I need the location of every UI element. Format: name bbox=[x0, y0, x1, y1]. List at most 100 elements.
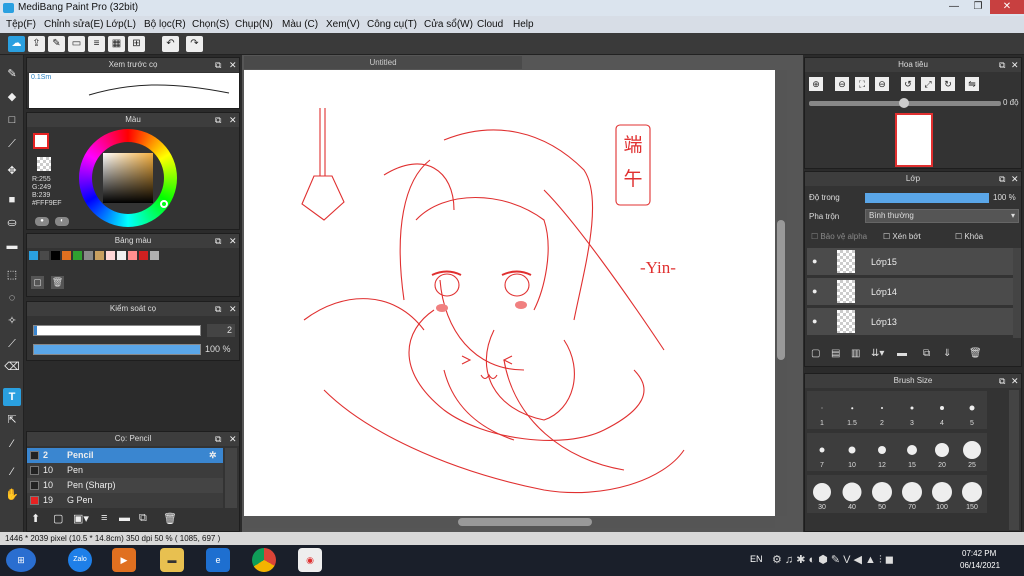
close-icon[interactable]: ✕ bbox=[229, 58, 237, 72]
lasso-tool-icon[interactable]: ◌ bbox=[3, 289, 21, 307]
color-swap-button[interactable]: ◐ bbox=[55, 217, 69, 226]
tray-icons[interactable]: ⚙ ♫ ✱ ◐ ⬢ ✎ V ◀ ▲ ⫶ ◼ bbox=[772, 553, 894, 567]
menu-tools[interactable]: Công cụ(T) bbox=[367, 16, 417, 33]
layer-item[interactable]: ● Lớp14 bbox=[807, 278, 1013, 306]
gear-icon[interactable]: ✲ bbox=[209, 448, 217, 463]
brush-size-cell[interactable]: 20 bbox=[927, 433, 957, 471]
layer-item[interactable]: ● Lớp13 bbox=[807, 308, 1013, 336]
new-palette-icon[interactable]: ▢ bbox=[31, 276, 44, 289]
close-icon[interactable]: ✕ bbox=[229, 302, 237, 316]
rotation-slider[interactable] bbox=[809, 98, 1001, 108]
palette-swatch[interactable] bbox=[40, 251, 49, 260]
horizontal-scrollbar[interactable] bbox=[244, 516, 775, 528]
fit-icon[interactable]: ⛶ bbox=[855, 77, 869, 91]
new-image-layer-icon[interactable]: ▥ bbox=[851, 348, 860, 359]
select-pen-icon[interactable]: ⟋ bbox=[3, 335, 21, 353]
alpha-lock-checkbox[interactable]: ☐ Bảo vệ alpha bbox=[811, 232, 867, 241]
zoom-out-icon[interactable]: ⊖ bbox=[835, 77, 849, 91]
brush-item-g-pen[interactable]: 19 G Pen bbox=[27, 493, 223, 508]
brush-size-cell[interactable]: 3 bbox=[897, 391, 927, 429]
close-icon[interactable]: ✕ bbox=[229, 113, 237, 127]
brush-size-cell[interactable]: 25 bbox=[957, 433, 987, 471]
hue-handle[interactable] bbox=[160, 200, 168, 208]
primary-color-swatch[interactable] bbox=[33, 133, 49, 149]
move-tool-icon[interactable]: ✥ bbox=[3, 162, 21, 180]
brush-size-scrollbar[interactable] bbox=[1009, 390, 1019, 530]
eyedropper-icon[interactable]: ⁄ bbox=[3, 435, 21, 453]
cloud-icon[interactable]: ☁ bbox=[8, 36, 25, 52]
rotation-handle[interactable] bbox=[899, 98, 909, 108]
eye-icon[interactable]: ● bbox=[812, 316, 817, 326]
new-brush-icon[interactable]: ▢ bbox=[53, 512, 63, 525]
menu-filter[interactable]: Bộ lọc(R) bbox=[144, 16, 186, 33]
vertical-scrollbar[interactable] bbox=[775, 70, 787, 516]
brush-size-cell[interactable]: 10 bbox=[837, 433, 867, 471]
maximize-button[interactable]: ❐ bbox=[966, 0, 990, 14]
menu-edit[interactable]: Chỉnh sửa(E) bbox=[44, 16, 104, 33]
brush-size-cell[interactable]: 100 bbox=[927, 475, 957, 513]
redo-icon[interactable]: ↷ bbox=[186, 36, 203, 52]
navigator-thumbnail[interactable] bbox=[895, 113, 933, 167]
brush-item-pen[interactable]: 10 Pen bbox=[27, 463, 223, 478]
minimize-button[interactable]: — bbox=[942, 0, 966, 14]
chat-icon[interactable]: ▭ bbox=[68, 36, 85, 52]
rotate-right-icon[interactable]: ↻ bbox=[941, 77, 955, 91]
undo-icon[interactable]: ↶ bbox=[162, 36, 179, 52]
tiles-icon[interactable]: ⊞ bbox=[128, 36, 145, 52]
hue-wheel[interactable] bbox=[79, 129, 177, 227]
zoom-in-icon[interactable]: ⊕ bbox=[809, 77, 823, 91]
palette-swatch[interactable] bbox=[84, 251, 93, 260]
clip-checkbox[interactable]: ☐ Xén bớt bbox=[883, 232, 921, 241]
menu-layer[interactable]: Lớp(L) bbox=[106, 16, 136, 33]
reset-rotation-icon[interactable]: ⤢ bbox=[921, 77, 935, 91]
brush-size-cell[interactable]: 30 bbox=[807, 475, 837, 513]
brush-tool-icon[interactable]: ✎ bbox=[3, 65, 21, 83]
float-icon[interactable]: ⧉ bbox=[215, 432, 221, 446]
menu-cloud[interactable]: Cloud bbox=[477, 16, 503, 33]
palette-swatch[interactable] bbox=[139, 251, 148, 260]
float-icon[interactable]: ⧉ bbox=[215, 58, 221, 72]
palette-swatch[interactable] bbox=[106, 251, 115, 260]
brush-size-cell[interactable]: 1 bbox=[807, 391, 837, 429]
folder-icon[interactable]: ▬ bbox=[119, 512, 130, 524]
brush-size-cell[interactable]: 40 bbox=[837, 475, 867, 513]
start-button[interactable]: ⊞ bbox=[6, 548, 36, 572]
brush-item-pencil[interactable]: 2 Pencil ✲ bbox=[27, 448, 223, 463]
float-icon[interactable]: ⧉ bbox=[999, 58, 1005, 72]
flip-icon[interactable]: ⇋ bbox=[965, 77, 979, 91]
layer-opacity-slider[interactable] bbox=[865, 193, 989, 203]
brush-item-pen-sharp[interactable]: 10 Pen (Sharp) bbox=[27, 478, 223, 493]
delete-palette-icon[interactable]: 🗑 bbox=[51, 276, 64, 289]
layer-item[interactable]: ● Lớp15 bbox=[807, 248, 1013, 276]
secondary-color-swatch[interactable] bbox=[37, 157, 51, 171]
menu-file[interactable]: Tệp(F) bbox=[6, 16, 36, 33]
brush-list-scrollbar[interactable] bbox=[225, 448, 237, 508]
size-slider[interactable] bbox=[33, 325, 201, 336]
layer-folder-icon[interactable]: ▬ bbox=[897, 348, 907, 359]
brush-size-cell[interactable]: 15 bbox=[897, 433, 927, 471]
actual-size-icon[interactable]: ⊖ bbox=[875, 77, 889, 91]
brush-size-cell[interactable]: 4 bbox=[927, 391, 957, 429]
dropper-tool-icon[interactable]: ⁄ bbox=[3, 463, 21, 481]
drawing-canvas[interactable]: 端午 -Yin- bbox=[244, 70, 775, 516]
copy-icon[interactable]: ⧉ bbox=[139, 512, 147, 525]
float-icon[interactable]: ⧉ bbox=[999, 374, 1005, 388]
float-icon[interactable]: ⧉ bbox=[215, 302, 221, 316]
menu-select[interactable]: Chọn(S) bbox=[192, 16, 229, 33]
close-icon[interactable]: ✕ bbox=[1011, 172, 1019, 186]
zalo-icon[interactable]: Zalo bbox=[68, 548, 92, 572]
hand-tool-icon[interactable]: ✋ bbox=[3, 486, 21, 504]
gradient-tool-icon[interactable]: ▬ bbox=[3, 237, 21, 255]
rotate-left-icon[interactable]: ↺ bbox=[901, 77, 915, 91]
operation-tool-icon[interactable]: ⇱ bbox=[3, 411, 21, 429]
eye-icon[interactable]: ● bbox=[812, 286, 817, 296]
brush-size-cell[interactable]: 50 bbox=[867, 475, 897, 513]
bucket-tool-icon[interactable]: ⛀ bbox=[3, 214, 21, 232]
close-icon[interactable]: ✕ bbox=[229, 432, 237, 446]
brush-size-cell[interactable]: 150 bbox=[957, 475, 987, 513]
comment-icon[interactable]: ✎ bbox=[48, 36, 65, 52]
eraser-tool-icon[interactable]: ◆ bbox=[3, 88, 21, 106]
palette-swatch[interactable] bbox=[62, 251, 71, 260]
opacity-slider[interactable] bbox=[33, 344, 201, 355]
select-eraser-icon[interactable]: ⌫ bbox=[3, 358, 21, 376]
